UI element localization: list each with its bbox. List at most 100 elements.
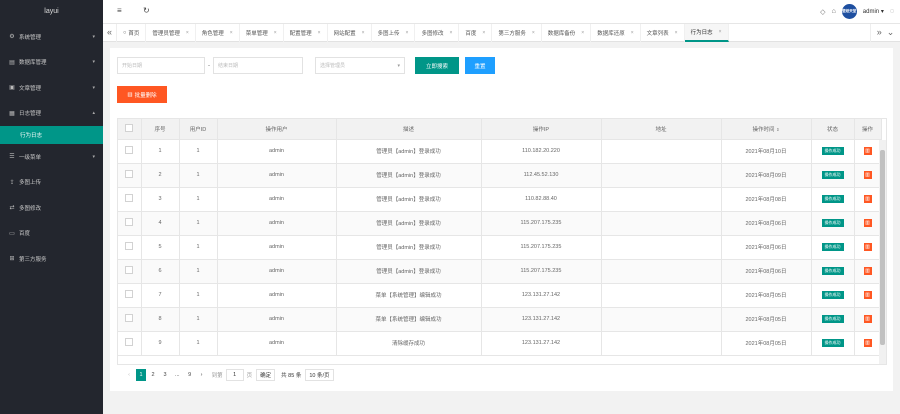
trash-icon: ▥ bbox=[127, 91, 133, 98]
row-checkbox[interactable] bbox=[118, 187, 142, 212]
goto-page-input[interactable]: 1 bbox=[225, 369, 244, 381]
delete-icon[interactable]: ▥ bbox=[863, 315, 872, 323]
delete-icon[interactable]: ▥ bbox=[863, 195, 872, 203]
user-area: ◇ ⌂ 壁纸天堂 admin ▾ ◌ bbox=[820, 4, 894, 19]
theme-icon[interactable]: ◇ bbox=[820, 8, 825, 16]
search-button[interactable]: 立即搜索 bbox=[415, 57, 459, 74]
delete-icon[interactable]: ▥ bbox=[863, 171, 872, 179]
bulk-delete-button[interactable]: ▥ 批量删除 bbox=[117, 86, 167, 103]
tab[interactable]: 配置管理 × bbox=[284, 23, 328, 42]
sort-icon[interactable]: ⇕ bbox=[776, 127, 779, 132]
col-header: 描述 bbox=[336, 119, 482, 140]
delete-icon[interactable]: ▥ bbox=[863, 147, 872, 155]
menu-toggle-icon[interactable]: ≡ bbox=[117, 6, 122, 15]
tab[interactable]: 百度 × bbox=[459, 23, 493, 42]
admin-select[interactable]: 选择管理员 ▾ bbox=[315, 57, 405, 74]
delete-icon[interactable]: ▥ bbox=[863, 267, 872, 275]
sidebar-item[interactable]: ⚙ 系统管理 ▾ bbox=[0, 24, 103, 50]
page-number-button[interactable]: 1 bbox=[136, 369, 146, 381]
tab[interactable]: 行为日志 × bbox=[684, 23, 729, 42]
col-header-label: 操作时间 bbox=[752, 126, 775, 133]
sidebar-subitem-behavior-log[interactable]: 行为日志 bbox=[0, 126, 103, 144]
tab[interactable]: 数据库备份 × bbox=[542, 23, 592, 42]
cell-status: 操作成功 bbox=[811, 259, 855, 284]
lock-icon[interactable]: ⌂ bbox=[832, 8, 836, 15]
tab[interactable]: 菜单管理 × bbox=[240, 23, 284, 42]
close-icon[interactable]: × bbox=[406, 30, 409, 36]
tab-scroll-right-icon[interactable]: » ⌄ bbox=[870, 24, 900, 42]
delete-icon[interactable]: ▥ bbox=[863, 219, 872, 227]
sidebar-item[interactable]: ▣ 文章管理 ▾ bbox=[0, 75, 103, 101]
tab[interactable]: 数据库还原 × bbox=[591, 23, 641, 42]
close-icon[interactable]: × bbox=[719, 29, 722, 35]
close-icon[interactable]: × bbox=[318, 30, 321, 36]
cell-ip: 123.131.27.142 bbox=[481, 307, 602, 332]
tab[interactable]: 多图上传 × bbox=[372, 23, 416, 42]
sidebar-item[interactable]: ⇪ 多图上传 bbox=[0, 170, 103, 196]
sidebar-item[interactable]: ▭ 百度 bbox=[0, 221, 103, 247]
close-icon[interactable]: × bbox=[631, 30, 634, 36]
tab[interactable]: 文章列表 × bbox=[641, 23, 685, 42]
chat-icon[interactable]: ◌ bbox=[890, 8, 894, 15]
col-header-sortable[interactable]: 操作时间 ⇕ bbox=[721, 119, 812, 140]
close-icon[interactable]: × bbox=[532, 30, 535, 36]
reset-button[interactable]: 重置 bbox=[465, 57, 495, 74]
cell-uid: 1 bbox=[179, 235, 218, 260]
delete-icon[interactable]: ▥ bbox=[863, 243, 872, 251]
row-checkbox[interactable] bbox=[118, 307, 142, 332]
sidebar-item[interactable]: ▦ 日志管理 ▴ bbox=[0, 101, 103, 127]
row-checkbox[interactable] bbox=[118, 259, 142, 284]
goto-confirm-button[interactable]: 确定 bbox=[256, 369, 276, 381]
close-icon[interactable]: × bbox=[186, 30, 189, 36]
prev-page-button[interactable]: ‹ bbox=[124, 369, 134, 381]
close-icon[interactable]: × bbox=[675, 30, 678, 36]
cell-addr bbox=[601, 331, 722, 356]
app-logo[interactable]: layui bbox=[0, 0, 103, 24]
page-number-button[interactable]: 9 bbox=[185, 369, 195, 381]
tab-scroll-left-icon[interactable]: « bbox=[103, 23, 117, 42]
row-checkbox[interactable] bbox=[118, 211, 142, 236]
cell-no: 6 bbox=[141, 259, 180, 284]
close-icon[interactable]: × bbox=[482, 30, 485, 36]
close-icon[interactable]: × bbox=[581, 30, 584, 36]
sidebar-item[interactable]: ▤ 数据库管理 ▾ bbox=[0, 50, 103, 76]
page-number-button[interactable]: 2 bbox=[148, 369, 158, 381]
page-number-button[interactable]: 3 bbox=[160, 369, 170, 381]
cell-actions: ▥ bbox=[854, 139, 882, 164]
select-all-checkbox[interactable] bbox=[118, 119, 142, 140]
close-icon[interactable]: × bbox=[230, 30, 233, 36]
close-icon[interactable]: × bbox=[362, 30, 365, 36]
tab[interactable]: 多图修改 × bbox=[415, 23, 460, 42]
cell-ip: 112.45.52.130 bbox=[481, 163, 602, 188]
close-icon[interactable]: × bbox=[274, 30, 277, 36]
start-date-input[interactable]: 开始日期 bbox=[117, 57, 205, 74]
delete-icon[interactable]: ▥ bbox=[863, 291, 872, 299]
status-badge: 操作成功 bbox=[821, 267, 844, 275]
row-checkbox[interactable] bbox=[118, 163, 142, 188]
tab[interactable]: 网站配置 × bbox=[328, 23, 372, 42]
tab[interactable]: ○ 首页 bbox=[117, 23, 147, 42]
table-scrollbar[interactable] bbox=[879, 140, 886, 364]
user-menu[interactable]: admin ▾ bbox=[863, 8, 884, 15]
avatar[interactable]: 壁纸天堂 bbox=[841, 4, 857, 19]
tab[interactable]: 管理员管理 × bbox=[146, 23, 196, 42]
sidebar-item[interactable]: ⊞ 第三方服务 bbox=[0, 246, 103, 272]
page-size-select[interactable]: 10 条/页 bbox=[305, 369, 334, 381]
cell-user: admin bbox=[217, 283, 337, 308]
row-checkbox[interactable] bbox=[118, 331, 142, 356]
next-page-button[interactable]: › bbox=[197, 369, 207, 381]
scrollbar-thumb[interactable] bbox=[880, 150, 885, 345]
sidebar-item[interactable]: ☰ 一级菜单 ▾ bbox=[0, 144, 103, 170]
delete-icon[interactable]: ▥ bbox=[863, 339, 872, 347]
content-card: 开始日期 - 结束日期 选择管理员 ▾ 立即搜索 重置 ▥ 批量删除 序号 用户… bbox=[110, 48, 893, 391]
refresh-icon[interactable]: ↻ bbox=[143, 6, 150, 15]
sidebar-item[interactable]: ⇄ 多图修改 bbox=[0, 195, 103, 221]
end-date-input[interactable]: 结束日期 bbox=[213, 57, 303, 74]
row-checkbox[interactable] bbox=[118, 139, 142, 164]
close-icon[interactable]: × bbox=[449, 30, 452, 36]
row-checkbox[interactable] bbox=[118, 283, 142, 308]
row-checkbox[interactable] bbox=[118, 235, 142, 260]
tab[interactable]: 第三方服务 × bbox=[492, 23, 542, 42]
link-icon: ▭ bbox=[9, 230, 15, 237]
tab[interactable]: 角色管理 × bbox=[196, 23, 240, 42]
